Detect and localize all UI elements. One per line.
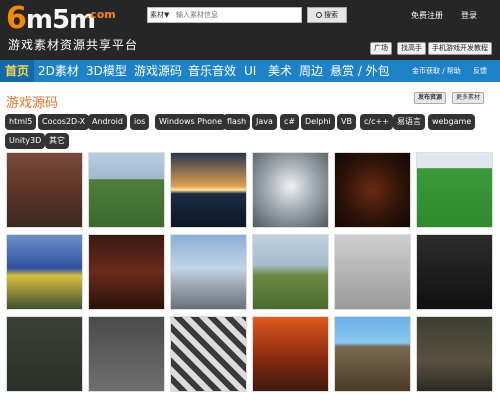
site-logo[interactable]: 6m5m bbox=[6, 4, 96, 36]
site-tagline: 游戏素材资源共享平台 bbox=[8, 38, 139, 52]
tag-cocos2dx[interactable]: Cocos2D-X bbox=[38, 114, 90, 130]
tag-ios[interactable]: ios bbox=[130, 114, 150, 130]
thumbnail-chain[interactable] bbox=[416, 234, 493, 310]
search-button-label: 搜索 bbox=[324, 11, 338, 19]
thumbnail-arena-room[interactable] bbox=[6, 234, 83, 310]
thumbnail-mech-topdown[interactable] bbox=[6, 316, 83, 392]
coins-help-link[interactable]: 金币获取 / 帮助 bbox=[412, 60, 461, 82]
thumbnail-cloudy-sky[interactable] bbox=[252, 152, 329, 228]
tag-unity3d[interactable]: Unity3D bbox=[5, 133, 46, 149]
tag-e-language[interactable]: 易语言 bbox=[393, 114, 425, 130]
thumbnail-battle-scene[interactable] bbox=[416, 316, 493, 392]
more-assets-button[interactable]: 更多素材 bbox=[452, 92, 485, 104]
thumbnail-checker-robot[interactable] bbox=[170, 316, 247, 392]
tag-delphi[interactable]: Delphi bbox=[301, 114, 335, 130]
thumbnail-snow-terrain[interactable] bbox=[170, 234, 247, 310]
nav-home[interactable]: 首页 bbox=[0, 60, 35, 82]
thumbnail-hut-scene[interactable] bbox=[6, 152, 83, 228]
thumbnail-dialog-ui[interactable] bbox=[88, 316, 165, 392]
thumbnail-tank-field[interactable] bbox=[88, 152, 165, 228]
search-icon bbox=[316, 12, 322, 18]
main-nav: 首页 2D素材 3D模型 游戏源码 音乐音效 UI 美术 周边 悬赏 / 外包 … bbox=[0, 60, 500, 82]
nav-game-source[interactable]: 游戏源码 bbox=[129, 60, 187, 82]
register-link[interactable]: 免费注册 bbox=[411, 10, 443, 21]
tag-android[interactable]: Android bbox=[88, 114, 127, 130]
square-button[interactable]: 广场 bbox=[370, 42, 392, 55]
nav-art[interactable]: 美术 bbox=[263, 60, 297, 82]
section-title: 游戏源码 bbox=[6, 96, 59, 111]
tag-c-cpp[interactable]: c/c++ bbox=[360, 114, 393, 130]
thumbnail-dungeon[interactable] bbox=[88, 234, 165, 310]
nav-merch[interactable]: 周边 bbox=[294, 60, 328, 82]
thumbnail-rpg-logo[interactable] bbox=[334, 152, 411, 228]
search-box: 素材▼ bbox=[147, 7, 302, 23]
search-type-select[interactable]: 素材▼ bbox=[150, 10, 169, 20]
search-button[interactable]: 搜索 bbox=[307, 7, 347, 23]
thumbnail-item-box[interactable] bbox=[334, 234, 411, 310]
tag-webgame[interactable]: webgame bbox=[428, 114, 476, 130]
tag-flash[interactable]: flash bbox=[223, 114, 251, 130]
site-header: 6m5m .com 游戏素材资源共享平台 素材▼ 搜索 免费注册 登录 广场 找… bbox=[0, 0, 500, 60]
thumbnail-warrior-art[interactable] bbox=[252, 316, 329, 392]
tag-csharp[interactable]: c# bbox=[280, 114, 300, 130]
tag-java[interactable]: Java bbox=[252, 114, 277, 130]
tag-vb[interactable]: VB bbox=[337, 114, 356, 130]
thumbnail-editor-field[interactable] bbox=[416, 152, 493, 228]
tag-html5[interactable]: html5 bbox=[5, 114, 37, 130]
nav-music-sfx[interactable]: 音乐音效 bbox=[183, 60, 241, 82]
thumbnail-sunset-sea[interactable] bbox=[170, 152, 247, 228]
logo-domain: .com bbox=[86, 8, 116, 21]
thumbnail-grass-hills[interactable] bbox=[252, 234, 329, 310]
login-link[interactable]: 登录 bbox=[461, 10, 477, 21]
mobile-dev-tutorial-button[interactable]: 手机游戏开发教程 bbox=[428, 42, 492, 55]
find-expert-button[interactable]: 找高手 bbox=[397, 42, 426, 55]
tag-other[interactable]: 其它 bbox=[45, 133, 69, 149]
nav-2d-assets[interactable]: 2D素材 bbox=[33, 60, 84, 82]
nav-bounty-outsourcing[interactable]: 悬赏 / 外包 bbox=[325, 60, 395, 82]
thumbnail-pit-scene[interactable] bbox=[334, 316, 411, 392]
search-input[interactable] bbox=[176, 9, 300, 21]
feedback-link[interactable]: 反馈 bbox=[473, 60, 487, 82]
nav-ui[interactable]: UI bbox=[239, 60, 261, 82]
publish-resource-button[interactable]: 发布资源 bbox=[414, 92, 447, 104]
thumbnail-grid bbox=[6, 152, 500, 400]
nav-3d-models[interactable]: 3D模型 bbox=[81, 60, 132, 82]
tag-windows-phone[interactable]: Windows Phone bbox=[155, 114, 227, 130]
